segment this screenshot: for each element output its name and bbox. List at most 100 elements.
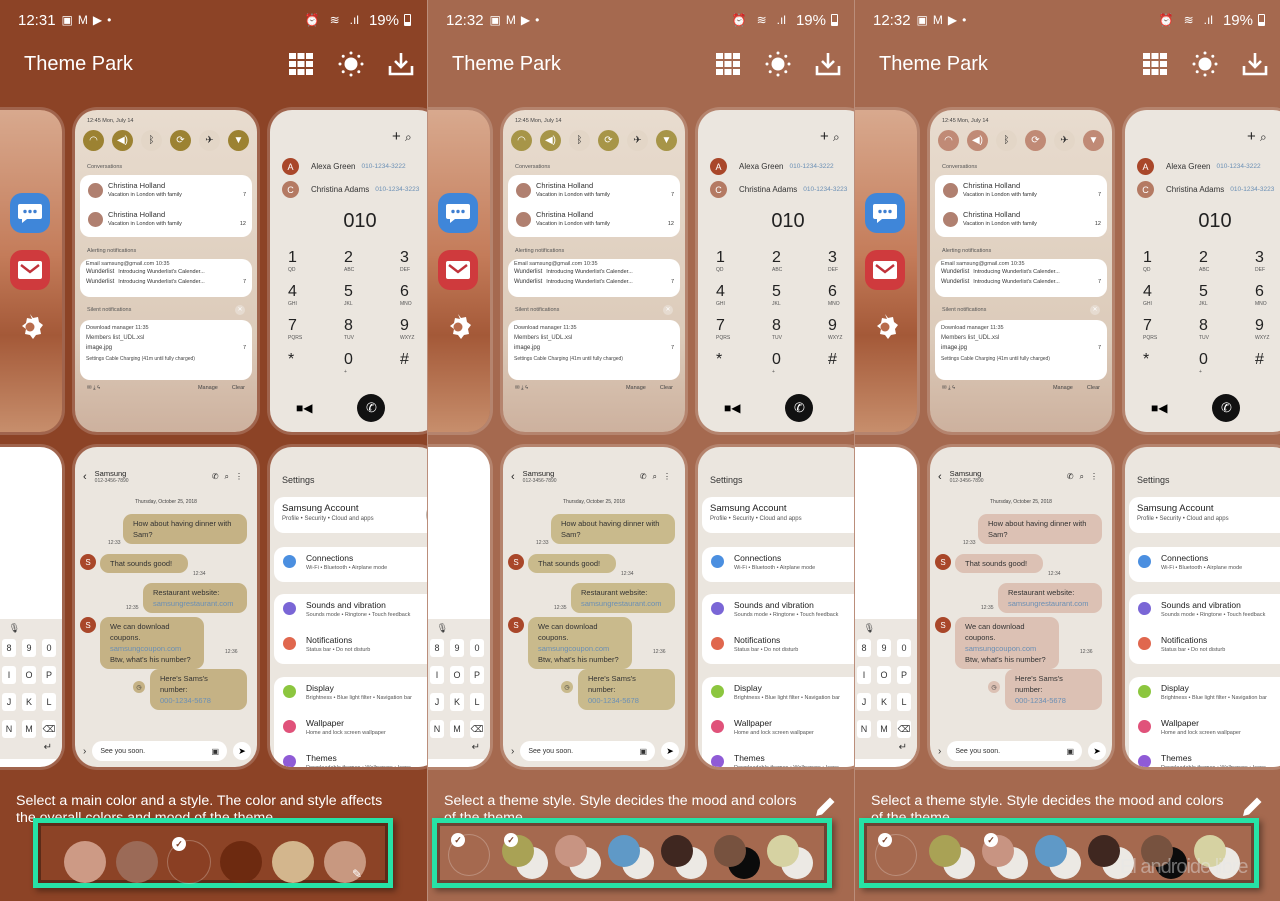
conversation-row: Vacation in London with family 12	[963, 219, 1101, 230]
message-time: 12:34	[621, 571, 634, 577]
conversation-item: Christina Holland Vacation in London with…	[941, 179, 1101, 208]
settings-item-subtitle: Home and lock screen wallpaper	[306, 730, 386, 736]
style-swatch-default[interactable]: ✓	[876, 833, 928, 883]
dial-key-letters: MNO	[828, 301, 840, 307]
style-swatch-espresso[interactable]	[661, 835, 713, 883]
back-icon: ‹	[83, 470, 87, 483]
theme-preview-carousel[interactable]: 12:45 Mon, July 14 ◠ ◀) ᛒ ⟳ ✈ ▼ Conversations Ch…	[428, 110, 854, 775]
contact-number: 010-1234-3223	[375, 186, 420, 193]
email-app-icon	[438, 250, 478, 290]
keyboard-row: 890	[2, 639, 56, 657]
color-swatch-dark-brown[interactable]	[220, 841, 262, 883]
download-icon[interactable]	[387, 50, 415, 78]
conversation-title: Samsung 012-3456-7890	[523, 469, 557, 484]
selected-check-icon: ✓	[878, 833, 892, 847]
settings-item: Wallpaper Home and lock screen wallpaper	[702, 712, 854, 747]
notification-panel-preview: 12:45 Mon, July 14 ◠ ◀) ᛒ ⟳ ✈ ▼ Conversations Ch…	[75, 110, 257, 432]
keyboard-row: IOP	[430, 666, 484, 684]
conversations-card: Christina Holland Vacation in London with…	[508, 175, 680, 237]
wifi-icon: ≋	[1183, 13, 1194, 27]
color-swatch-light-pink[interactable]	[64, 841, 106, 883]
style-swatch-rose[interactable]	[555, 835, 607, 883]
style-swatch-cream[interactable]	[767, 835, 819, 883]
dial-key-digit: *	[716, 351, 723, 368]
theme-preview-carousel[interactable]: 12:45 Mon, July 14 ◠ ◀) ᛒ ⟳ ✈ ▼ Conversations Ch…	[855, 110, 1280, 775]
contact-number: 010-1234-3222	[1216, 163, 1261, 170]
dial-key-digit: 9	[400, 317, 409, 334]
dial-key-digit: 3	[400, 249, 409, 266]
settings-item-subtitle: Wi-Fi • Bluetooth • Airplane mode	[306, 565, 388, 571]
dial-key-digit: 1	[716, 249, 725, 266]
received-message: That sounds good!	[100, 554, 188, 573]
style-swatch-olive[interactable]	[929, 835, 981, 883]
brightness-mode-icon[interactable]	[764, 50, 792, 78]
send-icon: ➤	[233, 742, 251, 760]
dial-key: 3 DEF	[1255, 250, 1280, 274]
expand-icon: ›	[83, 745, 87, 757]
color-swatch-beige[interactable]	[272, 841, 314, 883]
manage-button[interactable]: Manage	[626, 385, 646, 392]
style-swatch-cocoa-dark[interactable]	[714, 835, 766, 883]
grid-view-icon[interactable]	[714, 50, 742, 78]
settings-item-subtitle: Brightness • Blue light filter • Navigat…	[734, 695, 840, 701]
status-time: 12:32	[873, 11, 911, 29]
manage-button[interactable]: Manage	[198, 385, 218, 392]
pending-clock-icon: ◷	[133, 681, 145, 693]
dial-key-digit: 3	[1255, 249, 1264, 266]
file-2: image.jpg	[941, 345, 968, 351]
conversation-date: Thursday, October 25, 2018	[135, 499, 197, 505]
keyboard-key: ⌫	[42, 720, 56, 738]
footer-icons: ✉ ⤓ ϟ	[515, 385, 529, 391]
grid-view-icon[interactable]	[1141, 50, 1169, 78]
edit-style-icon[interactable]	[812, 794, 838, 820]
manage-button[interactable]: Manage	[1053, 385, 1073, 392]
style-swatch-rose[interactable]: ✓	[982, 833, 1034, 883]
style-swatch-olive[interactable]: ✓	[502, 833, 554, 883]
dialer-preview: + ⌕ A Alexa Green 010-1234-3222 C Christina A…	[270, 110, 427, 432]
alert-line: Wunderlist Introducing Wunderlist's Calen…	[86, 277, 205, 287]
message-text: That sounds good!	[110, 559, 173, 568]
sent-message: Restaurant website: samsungrestaurant.com	[571, 583, 675, 613]
grid-view-icon[interactable]	[287, 50, 315, 78]
suggested-contact: C Christina Adams 010-1234-3223	[710, 181, 847, 198]
send-icon: ➤	[661, 742, 679, 760]
clear-button[interactable]: Clear	[1087, 385, 1100, 392]
dial-key-letters: PQRS	[716, 335, 731, 341]
color-swatch-rust[interactable]: ✓	[168, 837, 210, 883]
brightness-mode-icon[interactable]	[1191, 50, 1219, 78]
theme-preview-carousel[interactable]: 12:45 Mon, July 14 ◠ ◀) ᛒ ⟳ ✈ ▼ Conversations Ch…	[0, 110, 427, 775]
message-text-2: Btw, what's his number?	[110, 655, 191, 664]
settings-item-subtitle: Sounds mode • Ringtone • Touch feedback	[1161, 612, 1266, 618]
dial-key-digit: 6	[1255, 283, 1264, 300]
style-primary-color	[929, 835, 961, 867]
received-message: That sounds good!	[528, 554, 616, 573]
dial-key-letters: JKL	[344, 301, 353, 307]
style-swatch-default[interactable]: ✓	[449, 833, 501, 883]
status-right: ⏰ ≋ .ıl 19%	[732, 12, 838, 29]
color-swatch-custom[interactable]: ✎	[324, 841, 366, 883]
contact-avatar	[943, 212, 958, 227]
settings-item: Display Brightness • Blue light filter • …	[702, 677, 854, 712]
conversation-text: Vacation in London with family	[108, 192, 182, 198]
signal-icon: .ıl	[776, 13, 786, 27]
dial-key: 4 GHI	[1143, 284, 1199, 308]
contact-number: 010-1234-3223	[803, 186, 848, 193]
download-icon[interactable]	[1241, 50, 1269, 78]
settings-group: Display Brightness • Blue light filter • …	[702, 677, 854, 767]
clear-button[interactable]: Clear	[232, 385, 245, 392]
edit-style-icon[interactable]	[1239, 794, 1265, 820]
settings-preview: Settings Samsung Account Profile • Securit…	[1125, 447, 1280, 767]
color-swatch-mauve-brown[interactable]	[116, 841, 158, 883]
brightness-mode-icon[interactable]	[337, 50, 365, 78]
dial-key-digit: #	[400, 351, 409, 368]
clear-button[interactable]: Clear	[660, 385, 673, 392]
sound-toggle-icon: ◀)	[540, 130, 561, 151]
download-icon[interactable]	[814, 50, 842, 78]
style-swatch-blue[interactable]	[1035, 835, 1087, 883]
file-2: image.jpg	[514, 345, 541, 351]
airplane-toggle-icon: ✈	[199, 130, 220, 151]
files-count: 7	[670, 345, 674, 351]
settings-item: Notifications Status bar • Do not disturb	[274, 629, 427, 664]
style-swatch-blue[interactable]	[608, 835, 660, 883]
keyboard-key: 0	[897, 639, 911, 657]
